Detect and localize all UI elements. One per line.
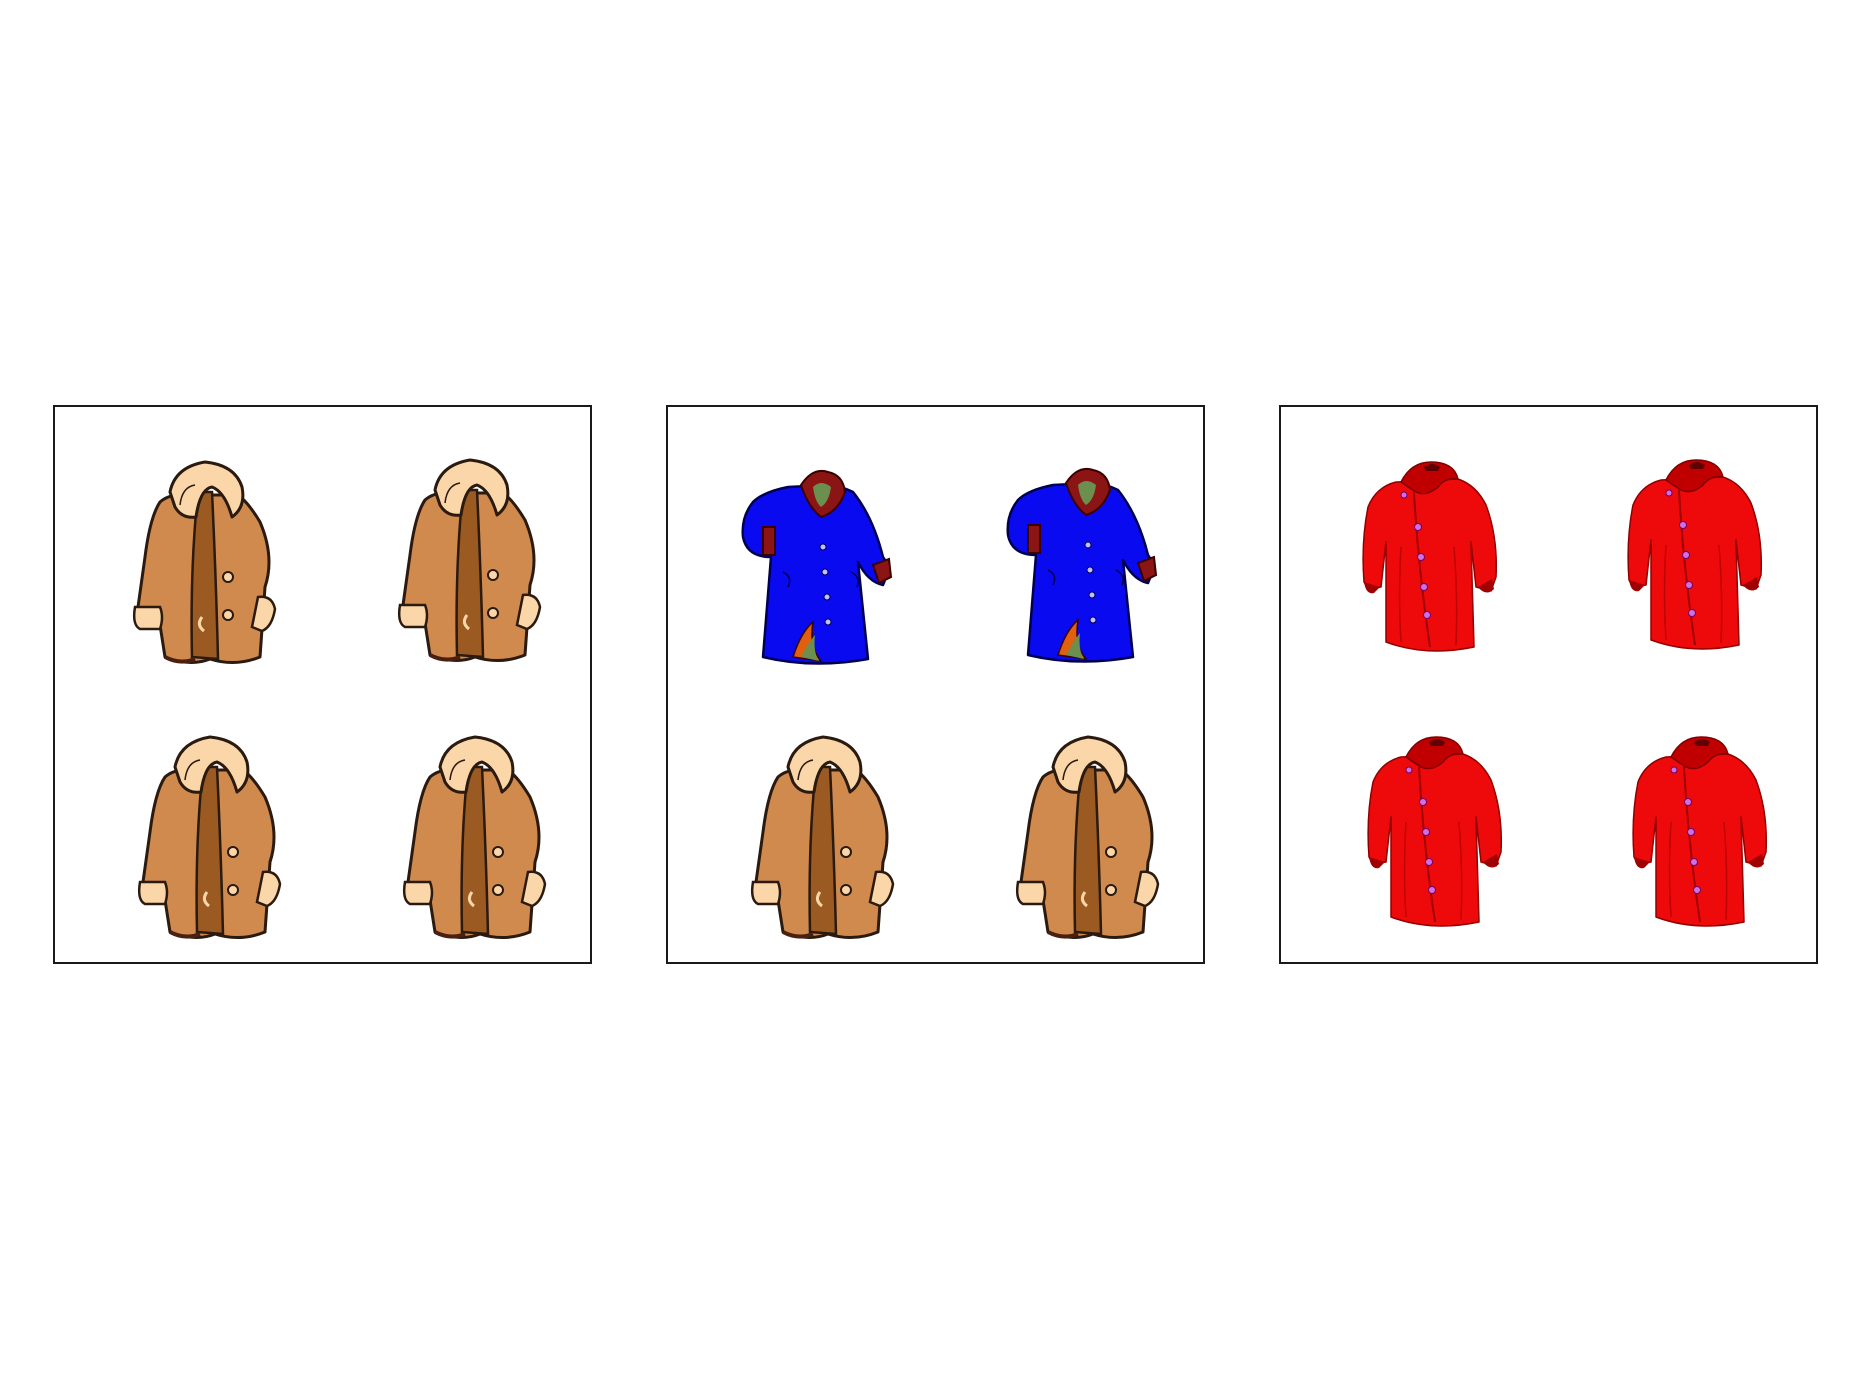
panel-left[interactable] — [53, 405, 592, 964]
brown-fur-coat-image — [1003, 722, 1173, 952]
brown-fur-coat-image — [738, 722, 908, 952]
panel-middle[interactable] — [666, 405, 1205, 964]
brown-fur-coat-image — [385, 445, 555, 675]
blue-coat-image — [998, 445, 1168, 675]
brown-fur-coat-image — [120, 447, 290, 677]
blue-coat-image — [733, 447, 903, 677]
red-coat-image — [1351, 722, 1521, 952]
brown-fur-coat-image — [125, 722, 295, 952]
red-coat-image — [1616, 722, 1786, 952]
red-coat-image — [1346, 447, 1516, 677]
brown-fur-coat-image — [390, 722, 560, 952]
panel-right[interactable] — [1279, 405, 1818, 964]
red-coat-image — [1611, 445, 1781, 675]
